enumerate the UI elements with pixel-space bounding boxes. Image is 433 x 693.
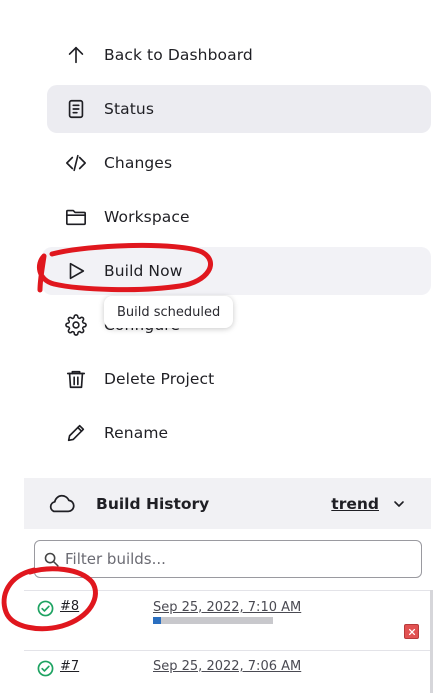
build-progress-fill [153, 617, 162, 624]
build-now-link[interactable]: Build Now [42, 247, 431, 295]
play-icon [64, 259, 88, 283]
document-icon [64, 97, 88, 121]
build-date-link[interactable]: Sep 25, 2022, 7:10 AM [153, 600, 301, 615]
task-label: Workspace [104, 208, 190, 226]
build-number-link[interactable]: #8 [60, 599, 79, 614]
task-label: Back to Dashboard [104, 46, 253, 64]
task-label: Delete Project [104, 370, 215, 388]
changes-link[interactable]: Changes [47, 139, 431, 187]
build-history-header: Build History trend [24, 478, 431, 529]
pencil-icon [64, 421, 88, 445]
trash-icon [64, 367, 88, 391]
task-label: Build Now [104, 262, 183, 280]
code-icon [64, 151, 88, 175]
back-to-dashboard-link[interactable]: Back to Dashboard [47, 31, 431, 79]
build-date-link[interactable]: Sep 25, 2022, 7:06 AM [153, 659, 301, 674]
build-row: #8 Sep 25, 2022, 7:10 AM [24, 590, 431, 650]
status-link[interactable]: Status [47, 85, 431, 133]
search-icon [43, 550, 61, 568]
build-progress-bar[interactable] [153, 617, 273, 624]
cloud-icon [46, 492, 78, 516]
filter-builds-field[interactable] [34, 540, 422, 578]
delete-project-link[interactable]: Delete Project [47, 355, 431, 403]
task-label: Rename [104, 424, 169, 442]
trend-link[interactable]: trend [331, 495, 379, 513]
build-row: #7 Sep 25, 2022, 7:06 AM [24, 650, 431, 693]
task-label: Status [104, 100, 154, 118]
filter-builds-input[interactable] [63, 549, 387, 569]
cancel-build-icon[interactable] [404, 624, 419, 639]
arrow-up-icon [64, 43, 88, 67]
success-check-icon [37, 660, 54, 677]
build-scheduled-tooltip: Build scheduled [104, 296, 234, 328]
rename-link[interactable]: Rename [47, 409, 431, 457]
build-number-link[interactable]: #7 [60, 659, 79, 674]
jenkins-project-page: Back to Dashboard Status Changes Workspa… [0, 0, 433, 693]
workspace-link[interactable]: Workspace [47, 193, 431, 241]
gear-icon [64, 313, 88, 337]
chevron-down-icon[interactable] [391, 495, 409, 513]
success-check-icon [37, 600, 54, 617]
folder-icon [64, 205, 88, 229]
build-history-title: Build History [96, 494, 210, 513]
task-label: Changes [104, 154, 173, 172]
